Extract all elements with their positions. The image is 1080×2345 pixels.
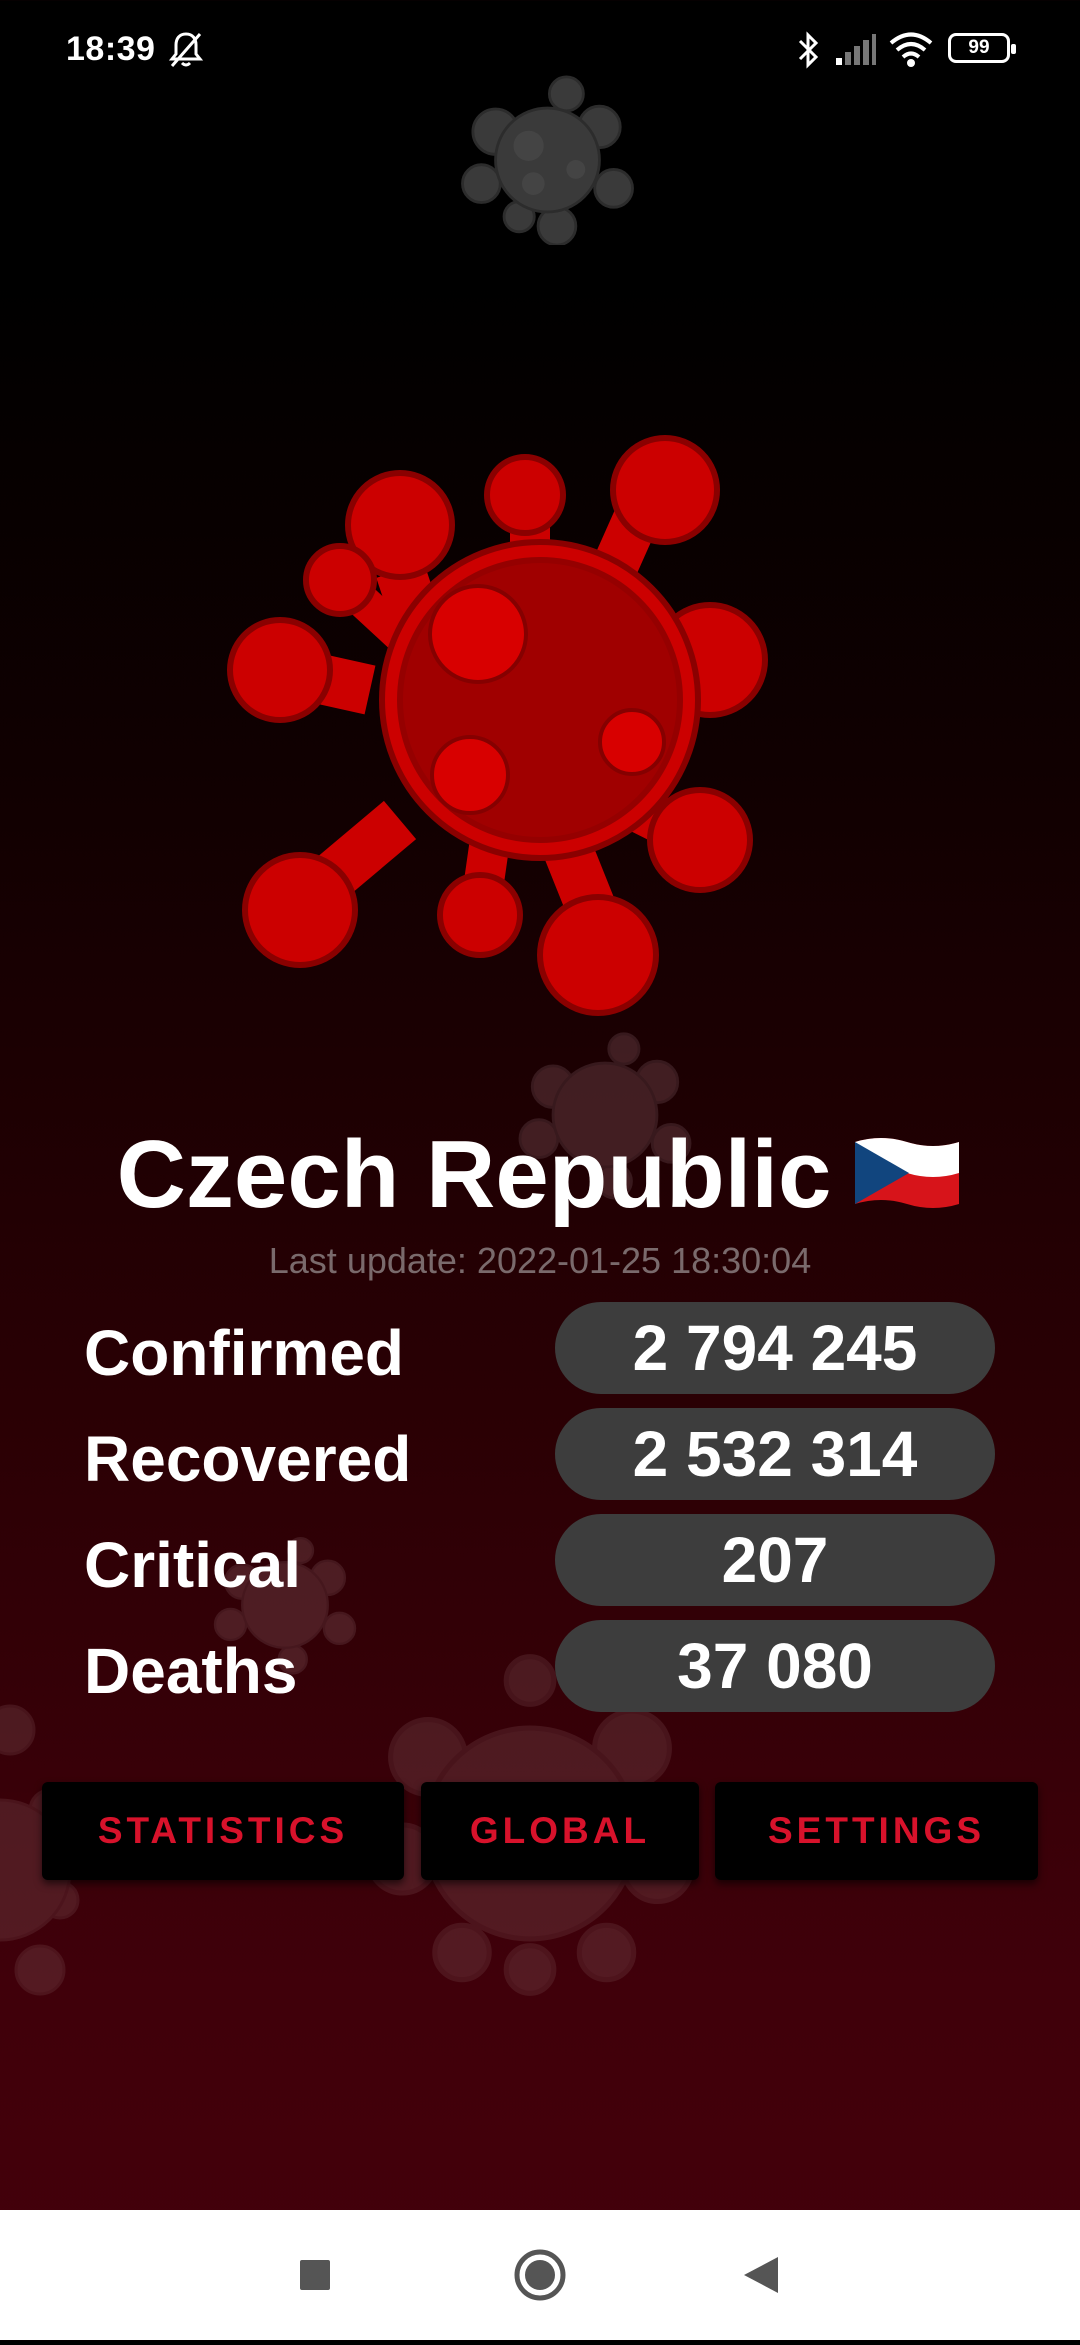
statistics-button[interactable]: STATISTICS <box>42 1782 404 1880</box>
stat-value-pill: 37 080 <box>555 1620 995 1712</box>
battery-level: 99 <box>968 37 990 58</box>
stat-label: Confirmed <box>84 1317 404 1389</box>
recents-button[interactable] <box>255 2210 375 2340</box>
country-title: Czech Republic <box>0 1120 1080 1237</box>
signal-icon <box>836 34 876 65</box>
stat-value-pill: 207 <box>555 1514 995 1606</box>
last-update-text: Last update: 2022-01-25 18:30:04 <box>268 1240 812 1281</box>
battery-icon: 99 <box>948 33 1016 63</box>
settings-button[interactable]: SETTINGS <box>715 1782 1038 1880</box>
back-button[interactable] <box>700 2210 820 2340</box>
stat-label: Critical <box>84 1529 301 1601</box>
recents-square-icon <box>300 2260 330 2290</box>
czech-flag-icon <box>851 1127 963 1237</box>
stat-row-confirmed: Confirmed 2 794 245 <box>0 1302 1080 1394</box>
status-time: 18:39 <box>66 30 156 68</box>
system-nav-bar <box>0 2210 1080 2340</box>
virus-logo <box>227 435 768 1016</box>
bluetooth-icon <box>798 31 819 69</box>
home-button[interactable] <box>480 2210 600 2340</box>
stat-value-pill: 2 532 314 <box>555 1408 995 1500</box>
stat-row-critical: Critical 207 <box>0 1514 1080 1606</box>
country-name: Czech Republic <box>116 1121 832 1228</box>
back-triangle-icon <box>744 2257 778 2293</box>
bell-off-icon <box>168 32 204 67</box>
stat-label: Recovered <box>84 1423 412 1495</box>
stat-label: Deaths <box>84 1635 298 1707</box>
stat-row-deaths: Deaths 37 080 <box>0 1620 1080 1712</box>
home-circle-icon <box>514 2249 566 2301</box>
virus-decoration-top <box>461 75 634 245</box>
stat-value-pill: 2 794 245 <box>555 1302 995 1394</box>
stat-row-recovered: Recovered 2 532 314 <box>0 1408 1080 1500</box>
global-button[interactable]: GLOBAL <box>421 1782 699 1880</box>
wifi-icon <box>889 32 933 67</box>
